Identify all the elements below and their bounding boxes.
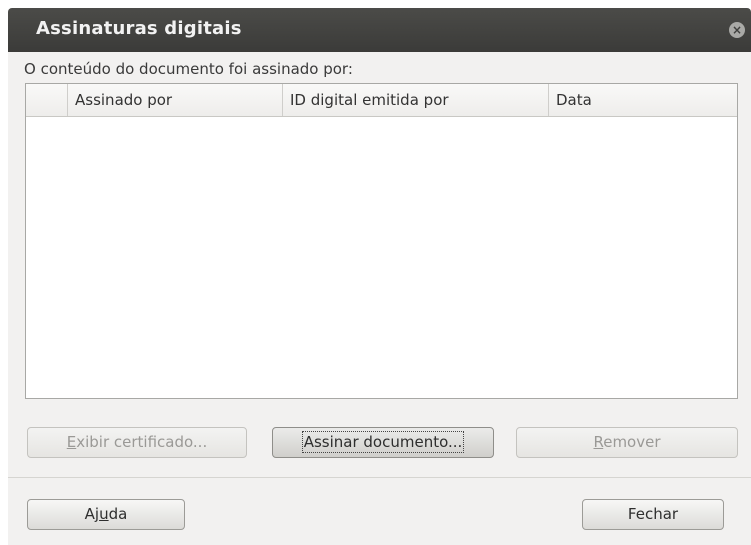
remove-button[interactable]: Remover [516, 427, 738, 458]
remove-label-mnemonic: R [593, 433, 604, 451]
close-label: Fechar [627, 505, 679, 523]
close-button[interactable]: Fechar [582, 499, 724, 530]
help-button[interactable]: Ajuda [27, 499, 185, 530]
column-header-status[interactable] [26, 84, 67, 116]
close-icon[interactable]: × [729, 22, 745, 38]
signed-by-prompt: O conteúdo do documento foi assinado por… [24, 60, 353, 78]
view-certificate-label-mnemonic: E [66, 433, 77, 451]
signatures-table[interactable]: Assinado por ID digital emitida por Data [25, 83, 738, 399]
help-label-post: da [108, 505, 128, 523]
dialog-body: O conteúdo do documento foi assinado por… [8, 52, 751, 545]
remove-label-post: emover [603, 433, 661, 451]
view-certificate-label-post: xibir certificado... [76, 433, 208, 451]
table-header: Assinado por ID digital emitida por Data [26, 84, 737, 117]
view-certificate-button[interactable]: Exibir certificado... [27, 427, 247, 458]
column-header-signed-by[interactable]: Assinado por [67, 84, 282, 116]
help-label-pre: Aj [84, 505, 100, 523]
help-label-mnemonic: u [99, 505, 109, 523]
sign-document-button[interactable]: Assinar documento... [272, 427, 494, 458]
window-title: Assinaturas digitais [36, 18, 242, 39]
column-header-date[interactable]: Data [548, 84, 737, 116]
column-header-issued-by[interactable]: ID digital emitida por [282, 84, 548, 116]
title-bar[interactable]: Assinaturas digitais × [8, 8, 751, 52]
sign-document-label: Assinar documento... [301, 431, 465, 453]
separator [8, 477, 751, 478]
